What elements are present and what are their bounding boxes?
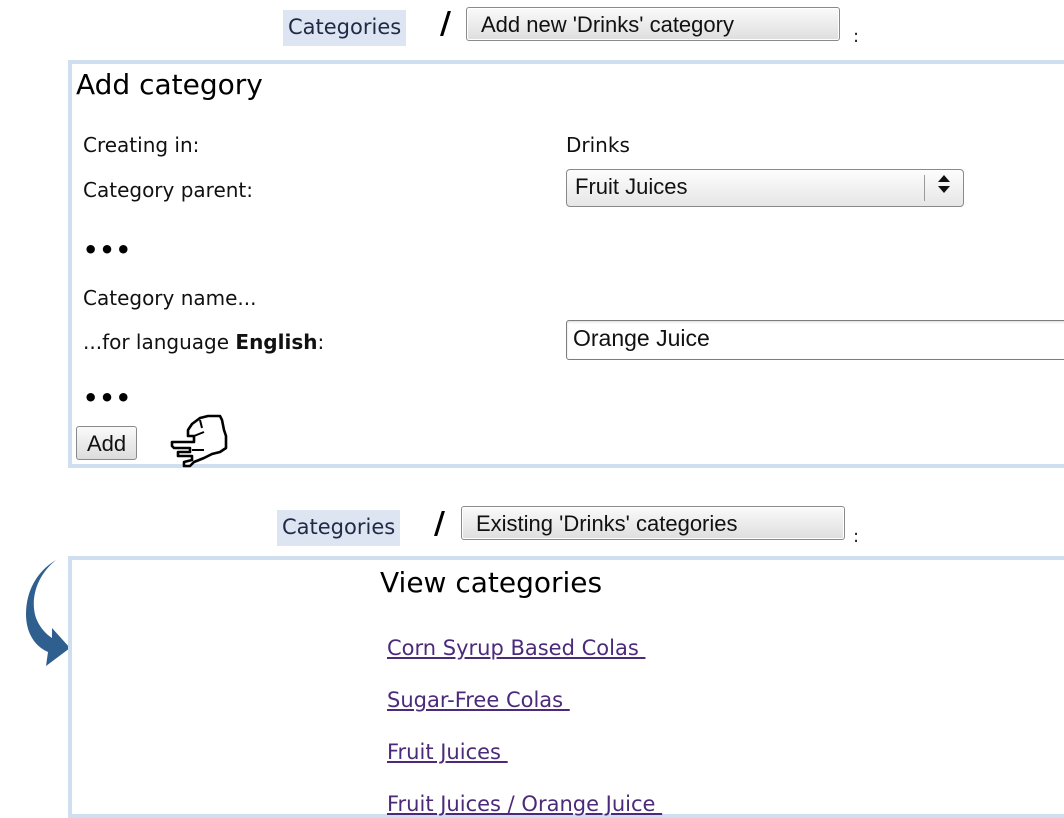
- add-button[interactable]: Add: [76, 426, 138, 460]
- top-breadcrumb: Categories / Add new 'Drinks' category :: [0, 0, 1064, 60]
- view-categories-title: View categories: [380, 566, 603, 599]
- breadcrumb-colon: :: [853, 26, 860, 47]
- breadcrumb-categories-link-2[interactable]: Categories: [277, 510, 401, 546]
- bottom-breadcrumb: Categories / Existing 'Drinks' categorie…: [0, 496, 1064, 556]
- add-new-category-button[interactable]: Add new 'Drinks' category: [466, 7, 840, 41]
- language-name: English: [235, 330, 318, 354]
- creating-in-label: Creating in:: [83, 133, 200, 157]
- breadcrumb-separator-2: /: [434, 506, 445, 541]
- category-link[interactable]: Fruit Juices: [387, 740, 508, 764]
- language-prefix: ...for language: [83, 330, 236, 354]
- ellipsis-separator-2: •••: [83, 384, 133, 412]
- category-parent-select[interactable]: Fruit Juices: [566, 169, 964, 207]
- category-parent-label: Category parent:: [83, 178, 254, 202]
- ellipsis-separator: •••: [83, 236, 133, 264]
- updown-arrows-icon: [937, 174, 951, 196]
- language-label: ...for language English:: [83, 330, 324, 354]
- view-categories-panel: View categories Corn Syrup Based Colas S…: [68, 556, 1064, 818]
- breadcrumb-separator: /: [440, 6, 451, 41]
- language-suffix: :: [317, 330, 325, 354]
- creating-in-value: Drinks: [566, 133, 630, 157]
- select-divider: [924, 175, 925, 201]
- existing-categories-button[interactable]: Existing 'Drinks' categories: [461, 506, 845, 540]
- add-category-title: Add category: [76, 68, 263, 101]
- category-link[interactable]: Corn Syrup Based Colas: [387, 636, 645, 660]
- category-name-label: Category name...: [83, 286, 257, 310]
- breadcrumb-colon-2: :: [853, 526, 860, 547]
- category-link[interactable]: Sugar-Free Colas: [387, 688, 570, 712]
- hand-pointer-icon: [164, 406, 234, 472]
- category-link[interactable]: Fruit Juices / Orange Juice: [387, 792, 662, 816]
- breadcrumb-categories-link[interactable]: Categories: [283, 10, 407, 46]
- category-name-input[interactable]: Orange Juice: [566, 320, 1064, 360]
- category-parent-value: Fruit Juices: [575, 174, 688, 199]
- curved-arrow-icon: [26, 556, 74, 672]
- add-category-panel: Add category Creating in: Drinks Categor…: [68, 60, 1064, 468]
